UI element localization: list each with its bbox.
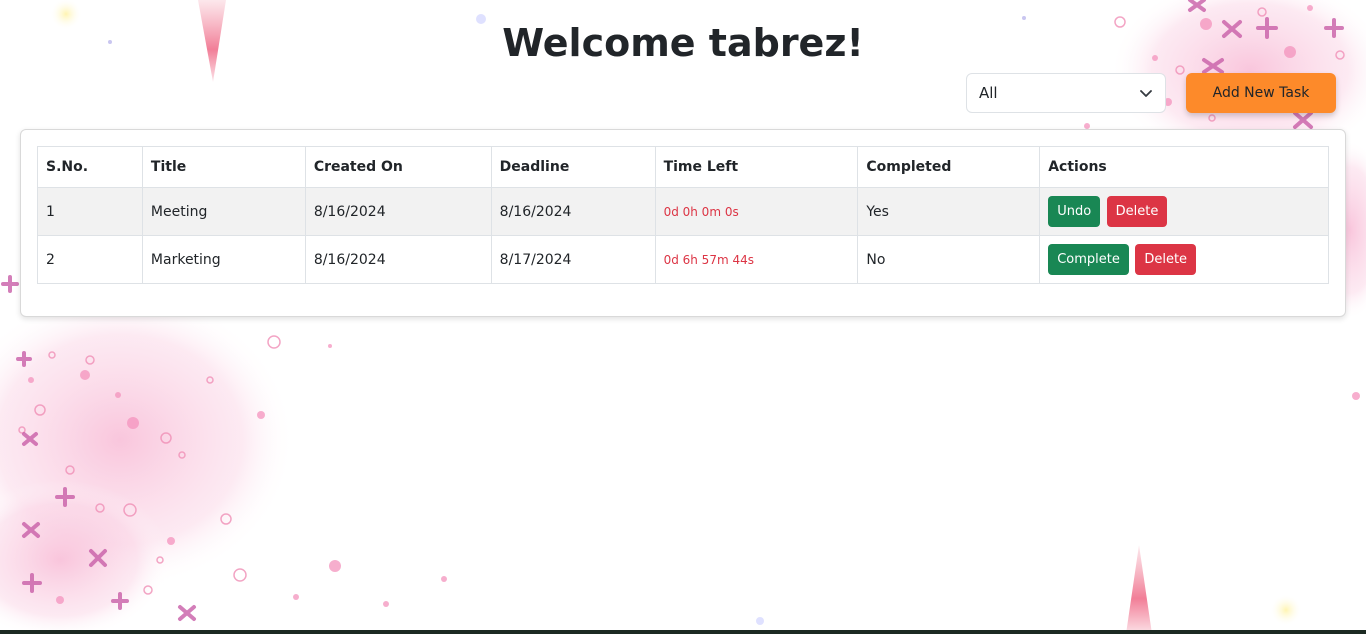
filter-select[interactable]: All	[966, 73, 1166, 113]
cell-time-left: 0d 6h 57m 44s	[654, 235, 859, 284]
cell-title: Marketing	[141, 235, 306, 284]
delete-button[interactable]: Delete	[1135, 244, 1197, 275]
cell-deadline: 8/16/2024	[490, 187, 656, 236]
cell-deadline: 8/17/2024	[490, 235, 656, 284]
tasks-card: S.No. Title Created On Deadline Time Lef…	[20, 129, 1346, 317]
cell-created-on: 8/16/2024	[304, 187, 492, 236]
column-header-title: Title	[141, 146, 306, 188]
cell-time-left: 0d 0h 0m 0s	[654, 187, 859, 236]
cell-completed: No	[857, 235, 1041, 284]
filter-select-value: All	[979, 84, 998, 102]
chevron-down-icon	[1139, 86, 1153, 100]
table-row: 2 Marketing 8/16/2024 8/17/2024 0d 6h 57…	[37, 235, 1329, 284]
column-header-actions: Actions	[1039, 146, 1329, 188]
page-title: Welcome tabrez!	[502, 21, 864, 65]
cell-actions: Undo Delete	[1039, 187, 1329, 236]
column-header-deadline: Deadline	[490, 146, 656, 188]
tasks-table: S.No. Title Created On Deadline Time Lef…	[37, 146, 1329, 284]
complete-button[interactable]: Complete	[1048, 244, 1129, 275]
cell-completed: Yes	[857, 187, 1041, 236]
column-header-completed: Completed	[857, 146, 1041, 188]
table-row: 1 Meeting 8/16/2024 8/16/2024 0d 0h 0m 0…	[37, 187, 1329, 236]
undo-button[interactable]: Undo	[1048, 196, 1101, 227]
add-new-task-button[interactable]: Add New Task	[1186, 73, 1336, 113]
cell-actions: Complete Delete	[1039, 235, 1329, 284]
column-header-created-on: Created On	[304, 146, 492, 188]
table-header-row: S.No. Title Created On Deadline Time Lef…	[37, 146, 1329, 188]
delete-button[interactable]: Delete	[1106, 196, 1168, 227]
column-header-time-left: Time Left	[654, 146, 859, 188]
cell-sno: 1	[37, 187, 143, 236]
bottom-edge-strip	[0, 630, 1366, 634]
cell-created-on: 8/16/2024	[304, 235, 492, 284]
cell-sno: 2	[37, 235, 143, 284]
time-left-text: 0d 0h 0m 0s	[663, 204, 739, 219]
column-header-sno: S.No.	[37, 146, 143, 188]
time-left-text: 0d 6h 57m 44s	[663, 252, 754, 267]
cell-title: Meeting	[141, 187, 306, 236]
